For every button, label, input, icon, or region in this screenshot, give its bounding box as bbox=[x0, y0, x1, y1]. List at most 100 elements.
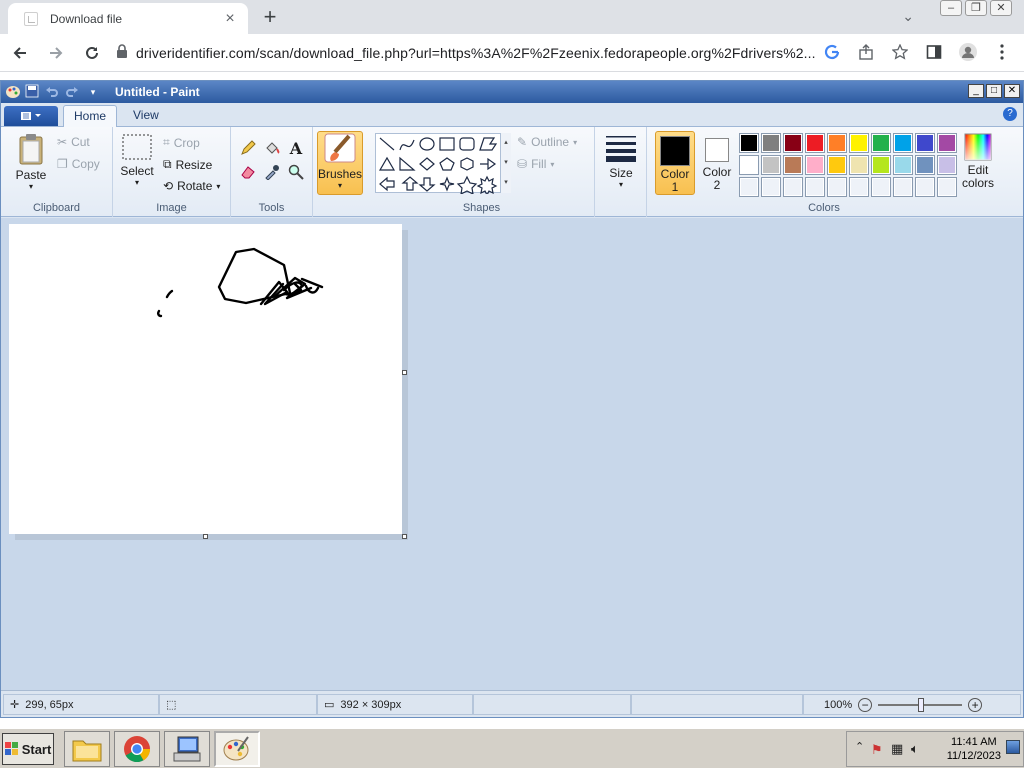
taskbar-paint[interactable] bbox=[214, 731, 260, 767]
color-swatch[interactable] bbox=[761, 155, 781, 175]
zoom-out-icon[interactable]: − bbox=[858, 697, 873, 712]
fill-bucket-icon[interactable] bbox=[261, 137, 283, 159]
color-swatch[interactable] bbox=[761, 133, 781, 153]
size-button[interactable]: Size ▾ bbox=[603, 133, 639, 189]
color-swatch[interactable] bbox=[937, 133, 957, 153]
color-swatch[interactable] bbox=[915, 177, 935, 197]
color-swatch[interactable] bbox=[805, 177, 825, 197]
redo-icon[interactable] bbox=[65, 84, 81, 100]
close-window-button[interactable]: ✕ bbox=[990, 0, 1012, 16]
tab-home[interactable]: Home bbox=[63, 105, 118, 127]
volume-muted-icon[interactable]: 🔈︎ bbox=[911, 741, 919, 757]
pencil-icon[interactable] bbox=[237, 137, 259, 159]
color-swatch[interactable] bbox=[849, 133, 869, 153]
zoom-slider-thumb[interactable] bbox=[918, 697, 925, 712]
text-tool-icon[interactable]: A bbox=[285, 137, 307, 159]
color-swatch[interactable] bbox=[849, 177, 869, 197]
color-swatch[interactable] bbox=[739, 177, 759, 197]
save-icon[interactable] bbox=[25, 84, 41, 100]
color-swatch[interactable] bbox=[761, 177, 781, 197]
color-swatch[interactable] bbox=[871, 133, 891, 153]
color2-button[interactable]: Color 2 bbox=[699, 131, 735, 195]
color-swatch[interactable] bbox=[893, 177, 913, 197]
customize-quick-access-icon[interactable]: ▾ bbox=[85, 84, 101, 100]
resize-button[interactable]: ⧉ Resize bbox=[163, 157, 212, 172]
color-swatch[interactable] bbox=[805, 133, 825, 153]
color-swatch[interactable] bbox=[915, 155, 935, 175]
tab-search-chevron-icon[interactable]: ⌄ bbox=[902, 8, 914, 25]
color-swatch[interactable] bbox=[783, 177, 803, 197]
paste-dropdown-icon[interactable]: ▾ bbox=[11, 182, 51, 191]
taskbar-file-explorer[interactable] bbox=[64, 731, 110, 767]
paint-close-button[interactable]: ✕ bbox=[1004, 84, 1020, 98]
copy-button[interactable]: ❐ Copy bbox=[57, 157, 100, 171]
taskbar-chrome[interactable] bbox=[114, 731, 160, 767]
color-swatch[interactable] bbox=[739, 155, 759, 175]
color1-button[interactable]: Color 1 bbox=[655, 131, 695, 195]
rotate-button[interactable]: ⟲ Rotate ▾ bbox=[163, 179, 220, 193]
crop-button[interactable]: ⌗ Crop bbox=[163, 135, 200, 150]
color-swatch[interactable] bbox=[739, 133, 759, 153]
color-swatch[interactable] bbox=[783, 133, 803, 153]
browser-tab[interactable]: Download file × bbox=[8, 3, 248, 34]
start-button[interactable]: Start bbox=[2, 733, 54, 765]
lock-icon[interactable] bbox=[116, 44, 136, 61]
show-desktop-icon[interactable] bbox=[1006, 740, 1020, 754]
address-bar[interactable]: driveridentifier.com/scan/download_file.… bbox=[108, 37, 820, 68]
paste-button[interactable]: Paste ▾ bbox=[11, 133, 51, 191]
taskbar-computer[interactable] bbox=[164, 731, 210, 767]
browser-menu-icon[interactable] bbox=[988, 38, 1016, 66]
fill-button[interactable]: ⛁ Fill ▾ bbox=[517, 157, 554, 171]
color-swatch[interactable] bbox=[805, 155, 825, 175]
color-swatch[interactable] bbox=[937, 177, 957, 197]
color-swatch[interactable] bbox=[849, 155, 869, 175]
show-hidden-icons-icon[interactable]: ⌃ bbox=[855, 740, 864, 753]
side-panel-icon[interactable] bbox=[920, 38, 948, 66]
help-icon[interactable]: ? bbox=[1003, 107, 1017, 121]
action-center-flag-icon[interactable]: ⚑ bbox=[871, 742, 883, 758]
color-swatch[interactable] bbox=[893, 155, 913, 175]
url-text[interactable]: driveridentifier.com/scan/download_file.… bbox=[136, 45, 816, 61]
reload-button[interactable] bbox=[76, 37, 108, 69]
brushes-button[interactable]: Brushes ▾ bbox=[317, 131, 363, 195]
share-icon[interactable] bbox=[852, 38, 880, 66]
shapes-scroll-arrows[interactable]: ▴ ▾ ▾ bbox=[500, 133, 511, 193]
resize-handle-corner[interactable] bbox=[402, 534, 407, 539]
network-icon[interactable]: ▦ bbox=[891, 741, 903, 757]
select-dropdown-icon[interactable]: ▾ bbox=[119, 178, 155, 187]
color-swatch[interactable] bbox=[783, 155, 803, 175]
drawing-canvas[interactable] bbox=[9, 224, 402, 534]
zoom-slider[interactable] bbox=[878, 697, 963, 712]
forward-button[interactable] bbox=[40, 37, 72, 69]
color-swatch[interactable] bbox=[915, 133, 935, 153]
back-button[interactable] bbox=[4, 37, 36, 69]
minimize-button[interactable]: – bbox=[940, 0, 962, 16]
cut-button[interactable]: ✂ Cut bbox=[57, 135, 90, 149]
clock[interactable]: 11:41 AM 11/12/2023 bbox=[947, 735, 1001, 763]
bookmark-star-icon[interactable] bbox=[886, 38, 914, 66]
new-tab-button[interactable]: + bbox=[258, 6, 282, 30]
edit-colors-button[interactable]: Edit colors bbox=[959, 133, 997, 190]
eraser-icon[interactable] bbox=[237, 161, 259, 183]
color-picker-icon[interactable] bbox=[261, 161, 283, 183]
undo-icon[interactable] bbox=[45, 84, 61, 100]
color-swatch[interactable] bbox=[827, 155, 847, 175]
paint-minimize-button[interactable]: _ bbox=[968, 84, 984, 98]
tab-view[interactable]: View bbox=[123, 105, 169, 127]
outline-button[interactable]: ✎ Outline ▾ bbox=[517, 135, 577, 149]
paint-maximize-button[interactable]: □ bbox=[986, 84, 1002, 98]
select-button[interactable]: Select ▾ bbox=[119, 133, 155, 187]
color-swatch[interactable] bbox=[937, 155, 957, 175]
color-swatch[interactable] bbox=[893, 133, 913, 153]
color-swatch[interactable] bbox=[827, 177, 847, 197]
restore-button[interactable]: ❐ bbox=[965, 0, 987, 16]
paint-menu-button[interactable] bbox=[4, 106, 58, 126]
color-swatch[interactable] bbox=[871, 177, 891, 197]
shapes-gallery[interactable] bbox=[375, 133, 511, 197]
resize-handle-right[interactable] bbox=[402, 370, 407, 375]
magnifier-icon[interactable] bbox=[285, 161, 307, 183]
zoom-in-icon[interactable]: + bbox=[968, 697, 983, 712]
resize-handle-bottom[interactable] bbox=[203, 534, 208, 539]
profile-avatar-icon[interactable] bbox=[954, 38, 982, 66]
color-swatch[interactable] bbox=[827, 133, 847, 153]
